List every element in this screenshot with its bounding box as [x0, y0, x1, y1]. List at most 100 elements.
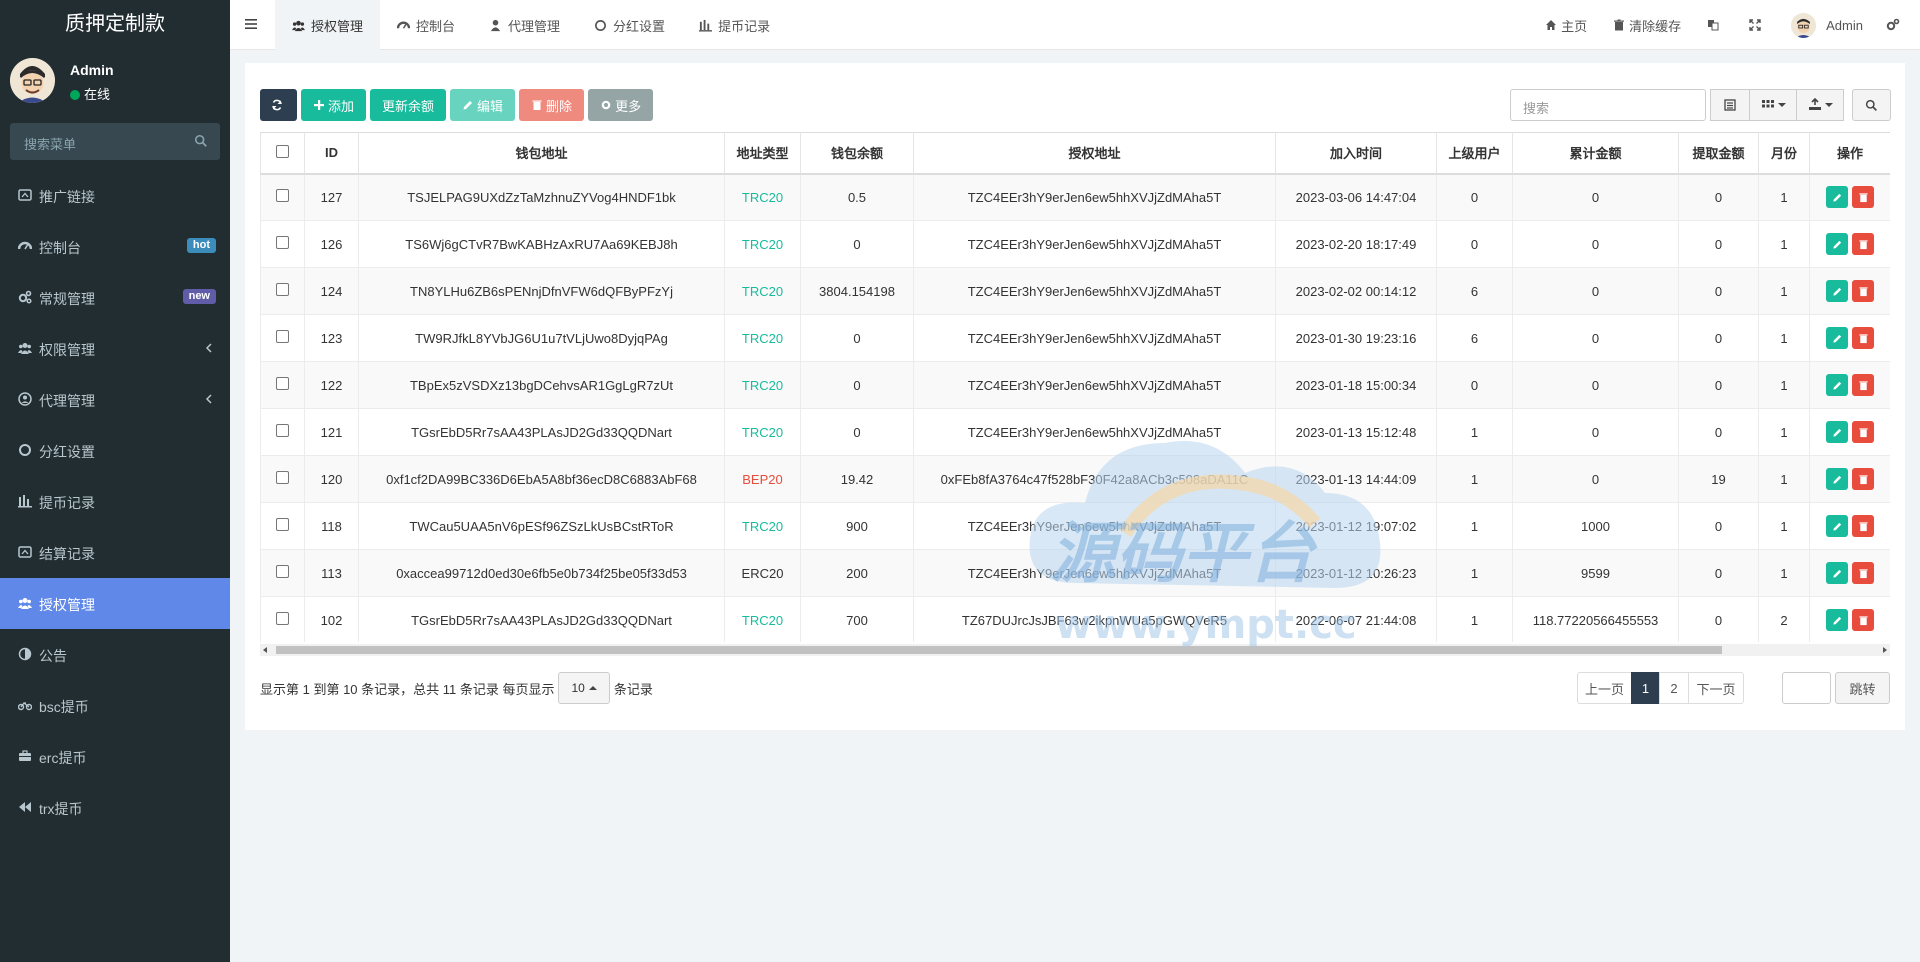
page-size-select[interactable]: 10: [558, 672, 610, 704]
row-edit-button[interactable]: [1826, 421, 1848, 443]
columns-dropdown-button[interactable]: [1749, 89, 1797, 121]
clear-cache-button[interactable]: 清除缓存: [1600, 0, 1694, 50]
row-checkbox[interactable]: [276, 236, 289, 249]
sidebar-item-general[interactable]: 常规管理 new: [0, 272, 230, 323]
row-delete-button[interactable]: [1852, 186, 1874, 209]
tab-authorization[interactable]: 授权管理: [275, 0, 381, 50]
tab-withdrawals[interactable]: 提币记录: [682, 0, 787, 50]
row-delete-button[interactable]: [1852, 374, 1874, 396]
row-edit-button[interactable]: [1826, 374, 1848, 396]
sidebar-item-trx-withdraw[interactable]: trx提币: [0, 782, 230, 833]
scroll-left-icon[interactable]: [263, 647, 267, 653]
column-header[interactable]: 授权地址: [913, 132, 1276, 175]
settings-button[interactable]: [1876, 0, 1920, 50]
search-button[interactable]: [1852, 89, 1891, 121]
page-jump-input[interactable]: [1782, 672, 1831, 704]
refresh-button[interactable]: [260, 89, 297, 121]
table-row[interactable]: 102 TGsrEbD5Rr7sAA43PLAsJD2Gd33QQDNart TRC…: [260, 596, 1890, 642]
row-delete-button[interactable]: [1852, 233, 1874, 255]
prev-page-button[interactable]: 上一页: [1577, 672, 1632, 704]
row-edit-button[interactable]: [1826, 327, 1848, 349]
table-row[interactable]: 122 TBpEx5zVSDXz13bgDCehvsAR1GgLgR7zUt TRC…: [260, 361, 1890, 409]
fullscreen-button[interactable]: [1736, 0, 1778, 50]
tab-dashboard[interactable]: 控制台: [380, 0, 472, 50]
update-balance-button[interactable]: 更新余额: [370, 89, 447, 121]
column-header[interactable]: 月份: [1758, 132, 1810, 175]
row-delete-button[interactable]: [1852, 327, 1874, 349]
sidebar-item-dashboard[interactable]: 控制台 hot: [0, 221, 230, 272]
row-delete-button[interactable]: [1852, 421, 1874, 443]
more-button[interactable]: 更多: [588, 89, 654, 121]
column-header[interactable]: 提取金额: [1678, 132, 1759, 175]
sidebar-item-authorization[interactable]: 授权管理: [0, 578, 230, 629]
row-edit-button[interactable]: [1826, 562, 1848, 584]
column-header[interactable]: 地址类型: [724, 132, 801, 175]
page-button[interactable]: 1: [1631, 672, 1660, 704]
sidebar-item-dividend[interactable]: 分红设置: [0, 425, 230, 476]
column-header[interactable]: 钱包地址: [358, 132, 725, 175]
next-page-button[interactable]: 下一页: [1688, 672, 1744, 704]
page-jump-button[interactable]: 跳转: [1835, 672, 1890, 704]
sidebar-item-promo-link[interactable]: 推广链接: [0, 170, 230, 221]
table-row[interactable]: 120 0xf1cf2DA99BC336D6EbA5A8bf36ecD8C6883…: [260, 455, 1890, 503]
table-row[interactable]: 118 TWCau5UAA5nV6pESf96ZSzLkUsBCstRToR TRC…: [260, 502, 1890, 550]
tab-dividend[interactable]: 分红设置: [577, 0, 682, 50]
add-button[interactable]: 添加: [301, 89, 367, 121]
search-icon[interactable]: [194, 134, 208, 148]
row-edit-button[interactable]: [1826, 609, 1848, 631]
row-delete-button[interactable]: [1852, 468, 1874, 490]
row-delete-button[interactable]: [1852, 609, 1874, 631]
menu-toggle-icon[interactable]: [244, 17, 258, 31]
row-checkbox[interactable]: [276, 518, 289, 531]
sidebar-item-permissions[interactable]: 权限管理: [0, 323, 230, 374]
row-delete-button[interactable]: [1852, 562, 1874, 584]
sidebar-item-settlements[interactable]: 结算记录: [0, 527, 230, 578]
language-button[interactable]: [1694, 0, 1736, 50]
table-row[interactable]: 127 TSJELPAG9UXdZzTaMzhnuZYVog4HNDF1bk TRC…: [260, 173, 1890, 221]
delete-button[interactable]: 删除: [519, 89, 585, 121]
table-row[interactable]: 126 TS6Wj6gCTvR7BwKABHzAxRU7Aa69KEBJ8h TRC…: [260, 220, 1890, 268]
sidebar-item-agents[interactable]: 代理管理: [0, 374, 230, 425]
user-menu[interactable]: Admin: [1778, 0, 1876, 50]
horizontal-scrollbar[interactable]: [260, 644, 1890, 656]
row-edit-button[interactable]: [1826, 186, 1848, 209]
page-button[interactable]: 2: [1659, 672, 1689, 704]
tab-agents[interactable]: 代理管理: [472, 0, 577, 50]
row-checkbox[interactable]: [276, 330, 289, 343]
table-search-input[interactable]: 搜索: [1510, 89, 1706, 121]
column-header[interactable]: 钱包余额: [800, 132, 914, 175]
column-header[interactable]: ID: [304, 132, 359, 175]
row-edit-button[interactable]: [1826, 280, 1848, 302]
row-checkbox[interactable]: [276, 377, 289, 390]
toggle-card-view-button[interactable]: [1710, 89, 1750, 121]
export-dropdown-button[interactable]: [1796, 89, 1844, 121]
row-edit-button[interactable]: [1826, 468, 1848, 490]
sidebar-item-announcements[interactable]: 公告: [0, 629, 230, 680]
scrollbar-thumb[interactable]: [276, 646, 1722, 654]
sidebar-item-erc-withdraw[interactable]: erc提币: [0, 731, 230, 782]
app-title[interactable]: 质押定制款: [0, 0, 230, 50]
row-delete-button[interactable]: [1852, 515, 1874, 537]
row-delete-button[interactable]: [1852, 280, 1874, 302]
row-checkbox[interactable]: [276, 424, 289, 437]
menu-search-input[interactable]: 搜索菜单: [10, 123, 220, 160]
edit-button[interactable]: 编辑: [450, 89, 516, 121]
home-link[interactable]: 主页: [1532, 0, 1600, 50]
table-row[interactable]: 124 TN8YLHu6ZB6sPENnjDfnVFW6dQFByPFzYj TRC…: [260, 267, 1890, 315]
table-row[interactable]: 123 TW9RJfkL8YVbJG6U1u7tVLjUwo8DyjqPAg TRC…: [260, 314, 1890, 362]
row-checkbox[interactable]: [276, 612, 289, 625]
row-checkbox[interactable]: [276, 283, 289, 296]
row-checkbox[interactable]: [276, 471, 289, 484]
row-checkbox[interactable]: [276, 565, 289, 578]
table-row[interactable]: 113 0xaccea99712d0ed30e6fb5e0b734f25be05f…: [260, 549, 1890, 597]
scroll-right-icon[interactable]: [1883, 647, 1887, 653]
column-header[interactable]: 累计金额: [1512, 132, 1679, 175]
table-row[interactable]: 121 TGsrEbD5Rr7sAA43PLAsJD2Gd33QQDNart TRC…: [260, 408, 1890, 456]
sidebar-item-withdrawals[interactable]: 提币记录: [0, 476, 230, 527]
row-edit-button[interactable]: [1826, 515, 1848, 537]
sidebar-item-bsc-withdraw[interactable]: bsc提币: [0, 680, 230, 731]
column-header[interactable]: 加入时间: [1275, 132, 1437, 175]
column-header[interactable]: 上级用户: [1436, 132, 1513, 175]
select-all-checkbox[interactable]: [276, 144, 289, 158]
row-edit-button[interactable]: [1826, 233, 1848, 255]
